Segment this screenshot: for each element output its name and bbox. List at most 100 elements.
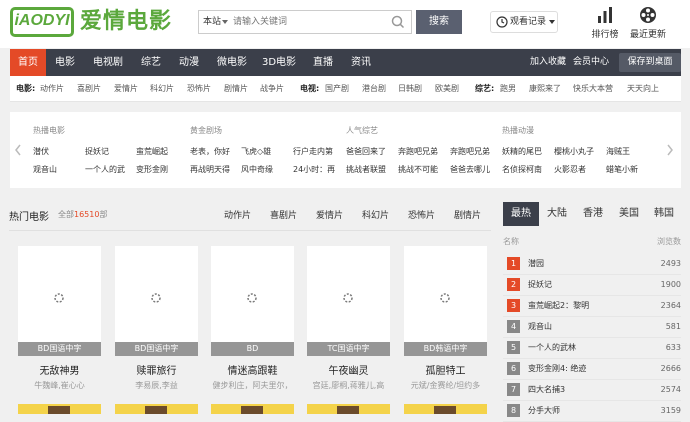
movie-title[interactable]: 无敌神男 xyxy=(18,362,101,377)
featured-link[interactable]: 名侦探柯南 xyxy=(502,164,542,175)
featured-link[interactable]: 24小时：再 xyxy=(293,164,335,175)
rank-title[interactable]: 观音山 xyxy=(528,317,552,336)
featured-link[interactable]: 观音山 xyxy=(33,164,57,175)
movie-title[interactable]: 赎罪旅行 xyxy=(115,362,198,377)
movie-card[interactable]: BD国语中字 无敌神男 牛魏峰,崔心心 xyxy=(18,246,101,391)
nav-3d-movie[interactable]: 3D电影 xyxy=(258,49,300,76)
subnav-link[interactable]: 国产剧 xyxy=(325,76,349,102)
watch-history-button[interactable]: 观看记录 xyxy=(490,11,558,33)
ranking-link[interactable]: 排行榜 xyxy=(585,6,625,40)
featured-link[interactable]: 风中奇缘 xyxy=(241,164,273,175)
featured-link[interactable]: 挑战不可能 xyxy=(398,164,438,175)
search-icon[interactable] xyxy=(390,14,406,30)
subnav-link[interactable]: 康熙来了 xyxy=(529,76,561,102)
subnav-link[interactable]: 天天向上 xyxy=(627,76,659,102)
featured-link[interactable]: 蛮荒崛起 xyxy=(136,146,168,157)
subnav-link[interactable]: 爱情片 xyxy=(114,76,138,102)
movie-card[interactable]: BD 情迷高跟鞋 健步利庄，阿夫里尔， xyxy=(211,246,294,391)
nav-movie[interactable]: 电影 xyxy=(48,49,82,76)
movie-poster[interactable]: BD国语中字 xyxy=(115,246,198,356)
genre-tab[interactable]: 爱情片 xyxy=(316,208,343,221)
subnav-link[interactable]: 喜剧片 xyxy=(77,76,101,102)
subnav-link[interactable]: 战争片 xyxy=(260,76,284,102)
featured-link[interactable]: 妖精的尾巴 xyxy=(502,146,542,157)
featured-link[interactable]: 奔跑吧兄弟 xyxy=(398,146,438,157)
nav-variety[interactable]: 综艺 xyxy=(134,49,168,76)
ranking-tab-korea[interactable]: 韩国 xyxy=(647,202,681,226)
featured-link[interactable]: 海贼王 xyxy=(606,146,630,157)
genre-tab[interactable]: 科幻片 xyxy=(362,208,389,221)
featured-link[interactable]: 挑战者联盟 xyxy=(346,164,386,175)
featured-link[interactable]: 行户走内第 xyxy=(293,146,333,157)
movie-poster-partial[interactable] xyxy=(18,404,101,414)
featured-link[interactable]: 一个人的武 xyxy=(85,164,125,175)
subnav-link[interactable]: 剧情片 xyxy=(224,76,248,102)
nav-anime[interactable]: 动漫 xyxy=(172,49,206,76)
rank-title[interactable]: 潜园 xyxy=(528,254,544,273)
site-logo[interactable]: iAODYI xyxy=(10,7,74,37)
ranking-row[interactable]: 8 分手大师 3159 xyxy=(503,401,681,422)
ranking-row[interactable]: 6 变形金刚4: 绝迹 2666 xyxy=(503,359,681,380)
rank-title[interactable]: 变形金刚4: 绝迹 xyxy=(528,359,586,378)
search-button[interactable]: 搜索 xyxy=(416,10,462,34)
featured-link[interactable]: 老表，你好 xyxy=(190,146,230,157)
rank-title[interactable]: 一个人的武林 xyxy=(528,338,576,357)
movie-title[interactable]: 情迷高跟鞋 xyxy=(211,362,294,377)
rank-title[interactable]: 蛮荒崛起2：黎明 xyxy=(528,296,589,315)
save-to-desktop-button[interactable]: 保存到桌面 xyxy=(619,53,681,72)
movie-card[interactable]: BD国语中字 赎罪旅行 李易辰,李益 xyxy=(115,246,198,391)
movie-poster-partial[interactable] xyxy=(115,404,198,414)
subnav-link[interactable]: 日韩剧 xyxy=(398,76,422,102)
ranking-tab-hongkong[interactable]: 香港 xyxy=(575,202,611,226)
nav-news[interactable]: 资讯 xyxy=(344,49,378,76)
chevron-right-icon[interactable] xyxy=(666,144,674,156)
ranking-tab-usa[interactable]: 美国 xyxy=(611,202,647,226)
movie-poster-partial[interactable] xyxy=(211,404,294,414)
genre-tab[interactable]: 恐怖片 xyxy=(408,208,435,221)
movie-poster[interactable]: BD韩语中字 xyxy=(404,246,487,356)
ranking-row[interactable]: 7 四大名捕3 2574 xyxy=(503,380,681,401)
featured-link[interactable]: 奔跑吧兄弟 xyxy=(450,146,490,157)
movie-card[interactable]: BD韩语中字 孤胆特工 元斌/金赛纶/坦约多 xyxy=(404,246,487,391)
nav-tv[interactable]: 电视剧 xyxy=(88,49,128,76)
featured-link[interactable]: 火影忍者 xyxy=(554,164,586,175)
movie-poster[interactable]: TC国语中字 xyxy=(307,246,390,356)
search-scope-select[interactable]: 本站 xyxy=(203,11,221,33)
latest-update-link[interactable]: 最近更新 xyxy=(628,6,668,40)
featured-link[interactable]: 捉妖记 xyxy=(85,146,109,157)
ranking-row[interactable]: 1 潜园 2493 xyxy=(503,254,681,275)
featured-link[interactable]: 飞虎◇雄 xyxy=(241,146,271,157)
subnav-link[interactable]: 科幻片 xyxy=(150,76,174,102)
featured-link[interactable]: 潜伏 xyxy=(33,146,49,157)
movie-title[interactable]: 午夜幽灵 xyxy=(307,362,390,377)
ranking-tab-hot[interactable]: 最热 xyxy=(503,202,539,226)
nav-home[interactable]: 首页 xyxy=(10,49,46,76)
featured-link[interactable]: 再战明天得 xyxy=(190,164,230,175)
movie-poster[interactable]: BD国语中字 xyxy=(18,246,101,356)
subnav-link[interactable]: 恐怖片 xyxy=(187,76,211,102)
movie-title[interactable]: 孤胆特工 xyxy=(404,362,487,377)
genre-tab[interactable]: 动作片 xyxy=(224,208,251,221)
genre-tab[interactable]: 剧情片 xyxy=(454,208,481,221)
genre-tab[interactable]: 喜剧片 xyxy=(270,208,297,221)
featured-link[interactable]: 变形金刚 xyxy=(136,164,168,175)
member-center-link[interactable]: 会员中心 xyxy=(573,49,609,76)
rank-title[interactable]: 四大名捕3 xyxy=(528,380,565,399)
ranking-tab-mainland[interactable]: 大陆 xyxy=(539,202,575,226)
movie-poster-partial[interactable] xyxy=(307,404,390,414)
movie-poster[interactable]: BD xyxy=(211,246,294,356)
movie-poster-partial[interactable] xyxy=(404,404,487,414)
subnav-link[interactable]: 快乐大本营 xyxy=(573,76,613,102)
nav-micro-film[interactable]: 微电影 xyxy=(212,49,252,76)
ranking-row[interactable]: 3 蛮荒崛起2：黎明 2364 xyxy=(503,296,681,317)
movie-card[interactable]: TC国语中字 午夜幽灵 宫廷,廖桐,蒋雅儿,高 xyxy=(307,246,390,391)
rank-title[interactable]: 捉妖记 xyxy=(528,275,552,294)
chevron-left-icon[interactable] xyxy=(14,144,22,156)
ranking-row[interactable]: 4 观音山 581 xyxy=(503,317,681,338)
subnav-link[interactable]: 动作片 xyxy=(40,76,64,102)
featured-link[interactable]: 爸爸回来了 xyxy=(346,146,386,157)
search-input[interactable] xyxy=(233,13,383,31)
subnav-link[interactable]: 港台剧 xyxy=(362,76,386,102)
featured-link[interactable]: 蜡笔小新 xyxy=(606,164,638,175)
subnav-link[interactable]: 跑男 xyxy=(500,76,516,102)
